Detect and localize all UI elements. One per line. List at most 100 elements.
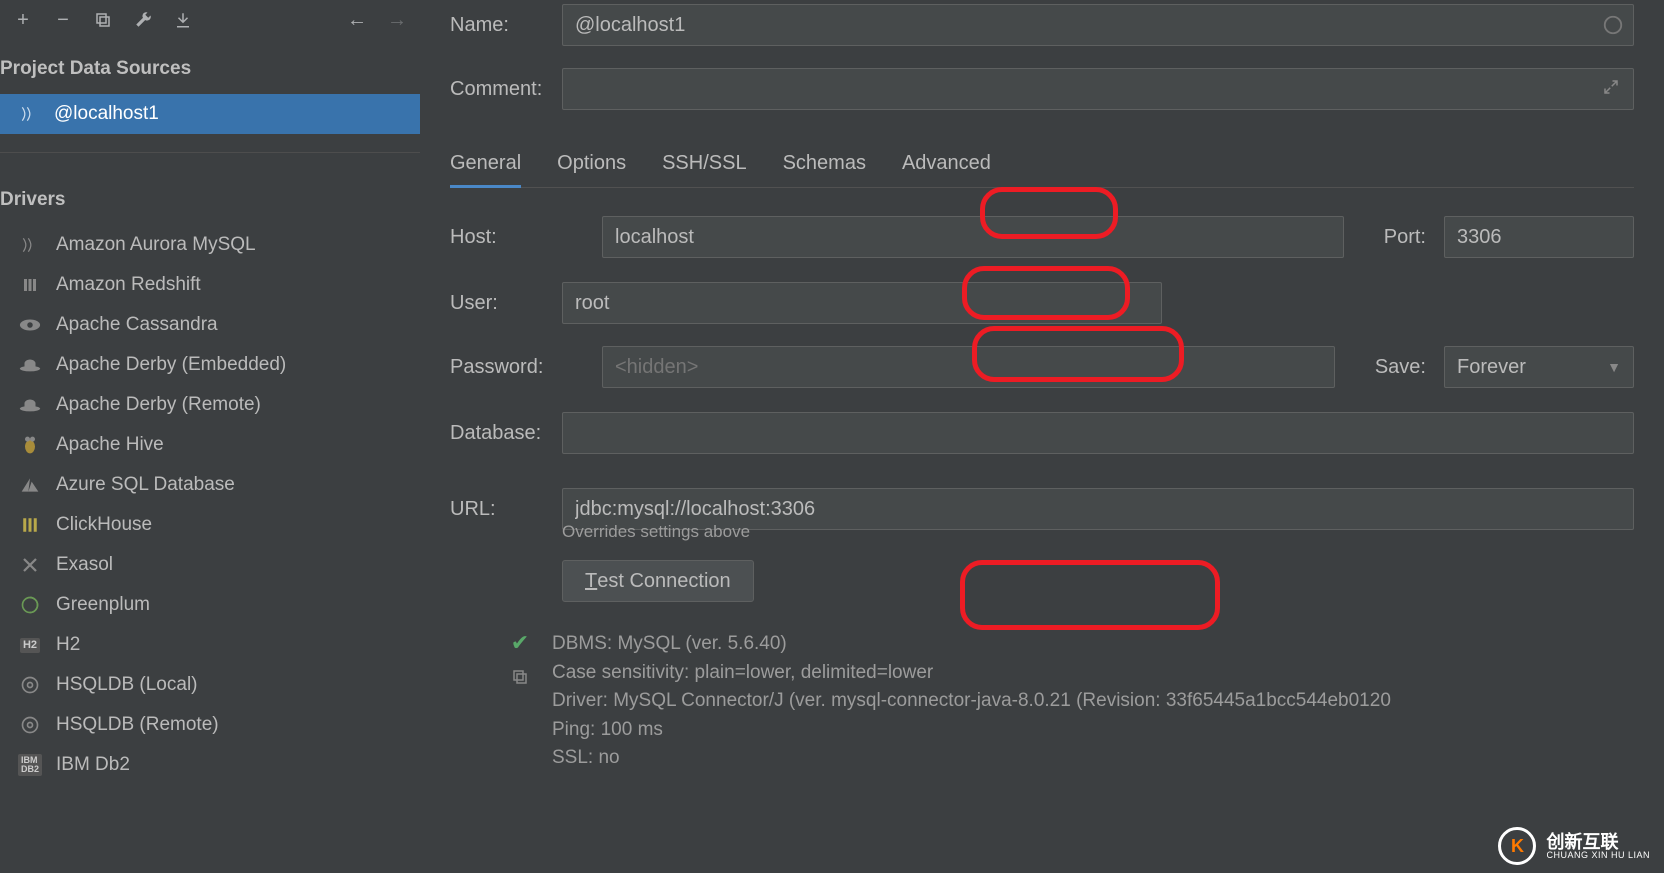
hat-icon — [18, 353, 42, 377]
password-input[interactable] — [602, 346, 1335, 388]
watermark-cn: 创新互联 — [1546, 833, 1650, 851]
database-input[interactable] — [562, 412, 1634, 454]
user-input[interactable] — [562, 282, 1162, 324]
copy-info-icon[interactable] — [511, 668, 529, 692]
save-label: Save: — [1375, 356, 1426, 379]
driver-label: Exasol — [56, 554, 113, 576]
driver-label: ClickHouse — [56, 514, 152, 536]
driver-item-0[interactable]: Amazon Aurora MySQL — [0, 225, 420, 265]
azure-icon — [18, 473, 42, 497]
sidebar-divider — [0, 152, 420, 153]
drivers-list: Amazon Aurora MySQL Amazon Redshift Apache… — [0, 225, 420, 785]
password-label: Password: — [450, 356, 562, 379]
bars-icon — [18, 513, 42, 537]
x-icon — [18, 553, 42, 577]
info-dbms: DBMS: MySQL (ver. 5.6.40) — [552, 630, 1391, 659]
driver-label: Amazon Aurora MySQL — [56, 234, 256, 256]
driver-item-3[interactable]: Apache Derby (Embedded) — [0, 345, 420, 385]
copy-icon[interactable] — [90, 7, 116, 33]
driver-label: Apache Derby (Remote) — [56, 394, 261, 416]
driver-item-9[interactable]: Greenplum — [0, 585, 420, 625]
driver-label: Apache Cassandra — [56, 314, 218, 336]
watermark-logo-icon: K — [1498, 827, 1536, 865]
driver-item-11[interactable]: HSQLDB (Local) — [0, 665, 420, 705]
forward-icon: → — [384, 7, 410, 33]
save-value: Forever — [1457, 356, 1526, 379]
name-label: Name: — [450, 14, 562, 37]
driver-label: Apache Hive — [56, 434, 164, 456]
driver-label: IBM Db2 — [56, 754, 130, 776]
driver-item-4[interactable]: Apache Derby (Remote) — [0, 385, 420, 425]
info-driver: Driver: MySQL Connector/J (ver. mysql-co… — [552, 687, 1391, 716]
tab-options[interactable]: Options — [557, 142, 626, 187]
redshift-icon — [18, 273, 42, 297]
back-icon[interactable]: ← — [344, 7, 370, 33]
driver-item-7[interactable]: ClickHouse — [0, 505, 420, 545]
hat-icon — [18, 393, 42, 417]
disc-icon — [18, 673, 42, 697]
host-input[interactable] — [602, 216, 1344, 258]
driver-item-6[interactable]: Azure SQL Database — [0, 465, 420, 505]
tabs: General Options SSH/SSL Schemas Advanced — [450, 142, 1634, 188]
bee-icon — [18, 433, 42, 457]
datasource-label: @localhost1 — [54, 103, 159, 125]
import-icon[interactable] — [170, 7, 196, 33]
remove-icon[interactable]: − — [50, 7, 76, 33]
check-icon: ✔ — [511, 630, 529, 656]
port-label: Port: — [1384, 226, 1426, 249]
wrench-icon[interactable] — [130, 7, 156, 33]
watermark: K 创新互联 CHUANG XIN HU LIAN — [1498, 827, 1650, 865]
tab-advanced[interactable]: Advanced — [902, 142, 991, 187]
tab-general[interactable]: General — [450, 142, 521, 188]
info-ping: Ping: 100 ms — [552, 716, 1391, 745]
driver-item-1[interactable]: Amazon Redshift — [0, 265, 420, 305]
driver-item-13[interactable]: IBMDB2 IBM Db2 — [0, 745, 420, 785]
tab-schemas[interactable]: Schemas — [783, 142, 866, 187]
save-select[interactable]: Forever ▼ — [1444, 346, 1634, 388]
chevron-down-icon: ▼ — [1607, 359, 1621, 375]
info-case: Case sensitivity: plain=lower, delimited… — [552, 659, 1391, 688]
gp-icon — [18, 593, 42, 617]
annotation-highlight-test — [960, 560, 1220, 630]
test-connection-button[interactable]: Test Connection — [562, 560, 754, 602]
database-label: Database: — [450, 422, 562, 445]
host-label: Host: — [450, 226, 562, 249]
driver-item-8[interactable]: Exasol — [0, 545, 420, 585]
driver-item-2[interactable]: Apache Cassandra — [0, 305, 420, 345]
driver-label: Azure SQL Database — [56, 474, 235, 496]
expand-icon[interactable] — [1602, 78, 1624, 100]
tab-sshssl[interactable]: SSH/SSL — [662, 142, 746, 187]
h2-icon: H2 — [18, 633, 42, 657]
comment-label: Comment: — [450, 78, 562, 101]
driver-item-5[interactable]: Apache Hive — [0, 425, 420, 465]
user-label: User: — [450, 292, 562, 315]
datasource-item-localhost1[interactable]: @localhost1 — [0, 94, 420, 134]
aws-icon — [18, 233, 42, 257]
sidebar: + − ← → Project Data Sources @localhost1… — [0, 0, 420, 873]
comment-input[interactable] — [562, 68, 1634, 110]
drivers-header: Drivers — [0, 171, 420, 225]
ibm-icon: IBMDB2 — [18, 753, 42, 777]
color-picker-icon[interactable] — [1602, 14, 1624, 36]
port-input[interactable] — [1444, 216, 1634, 258]
driver-label: Amazon Redshift — [56, 274, 201, 296]
driver-label: HSQLDB (Remote) — [56, 714, 219, 736]
main-panel: Name: Comment: General Options SSH/SSL Sche… — [420, 0, 1664, 873]
disc-icon — [18, 713, 42, 737]
name-input[interactable] — [562, 4, 1634, 46]
driver-label: HSQLDB (Local) — [56, 674, 198, 696]
project-data-sources-header: Project Data Sources — [0, 40, 420, 94]
eye-icon — [18, 313, 42, 337]
sidebar-toolbar: + − ← → — [0, 0, 420, 40]
overrides-note: Overrides settings above — [562, 522, 1634, 542]
driver-label: Apache Derby (Embedded) — [56, 354, 286, 376]
driver-label: Greenplum — [56, 594, 150, 616]
driver-item-12[interactable]: HSQLDB (Remote) — [0, 705, 420, 745]
info-ssl: SSL: no — [552, 744, 1391, 773]
add-icon[interactable]: + — [10, 7, 36, 33]
url-label: URL: — [450, 498, 562, 521]
watermark-en: CHUANG XIN HU LIAN — [1546, 851, 1650, 860]
driver-item-10[interactable]: H2H2 — [0, 625, 420, 665]
datasource-icon — [18, 103, 40, 125]
connection-info: ✔ DBMS: MySQL (ver. 5.6.40) Case sensiti… — [506, 630, 1634, 773]
